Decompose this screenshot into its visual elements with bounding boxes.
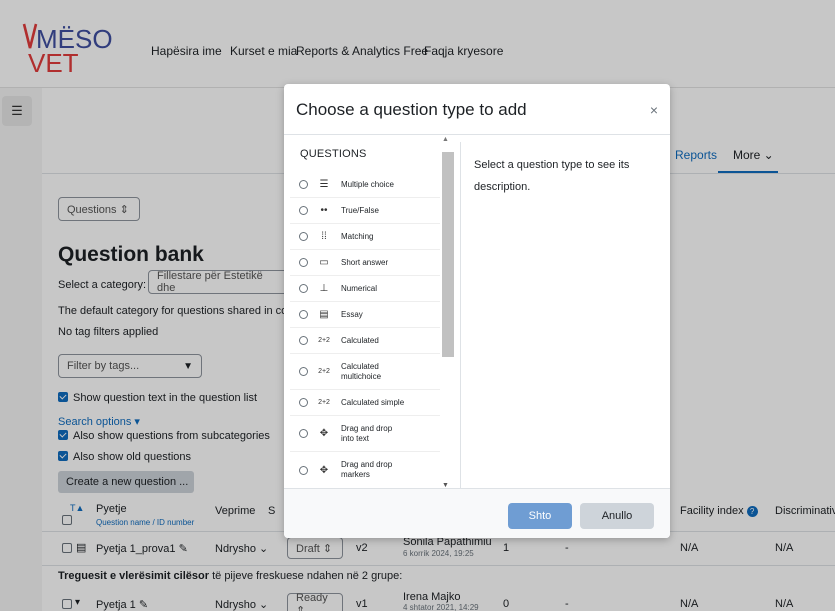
- true-false-icon: ••: [320, 205, 328, 216]
- radio-button[interactable]: [299, 429, 308, 438]
- radio-button[interactable]: [299, 284, 308, 293]
- close-icon[interactable]: ×: [650, 102, 658, 118]
- essay-icon: ▤: [319, 309, 329, 320]
- option-numerical[interactable]: ⊥ Numerical: [290, 276, 440, 302]
- option-calculated-multichoice[interactable]: 2+2 Calculated multichoice: [290, 354, 440, 390]
- option-label: Essay: [341, 309, 363, 319]
- numerical-icon: ⊥: [319, 283, 329, 294]
- radio-button[interactable]: [299, 465, 308, 475]
- multiple-choice-icon: ☰: [319, 179, 329, 190]
- dialog-title: Choose a question type to add: [296, 100, 527, 119]
- scroll-up-icon[interactable]: ▲: [442, 136, 449, 143]
- list-scrollbar-thumb[interactable]: [442, 152, 454, 357]
- question-type-chooser-dialog: Choose a question type to add × QUESTION…: [284, 84, 670, 538]
- option-drag-drop-markers[interactable]: ✥ Drag and drop markers: [290, 452, 440, 488]
- question-type-description: Select a question type to see its descri…: [474, 159, 630, 193]
- description-divider: [460, 142, 461, 488]
- option-label: Matching: [341, 231, 374, 241]
- option-label: Numerical: [341, 283, 378, 293]
- radio-button[interactable]: [299, 398, 308, 407]
- matching-icon: ⁞⁞: [321, 231, 327, 242]
- add-button[interactable]: Shto: [508, 503, 572, 529]
- option-label: Multiple choice: [341, 179, 394, 189]
- option-multiple-choice[interactable]: ☰ Multiple choice: [290, 172, 440, 198]
- option-label: True/False: [341, 205, 379, 215]
- cancel-button[interactable]: Anullo: [580, 503, 654, 529]
- short-answer-icon: ▭: [319, 257, 329, 268]
- option-label: Drag and drop into text: [341, 423, 393, 443]
- option-label: Short answer: [341, 257, 389, 267]
- drag-drop-markers-icon: ✥: [319, 464, 329, 476]
- option-drag-drop-text[interactable]: ✥ Drag and drop into text: [290, 416, 440, 452]
- calculated-multichoice-icon: 2+2: [318, 368, 330, 375]
- drag-drop-text-icon: ✥: [319, 428, 329, 439]
- option-short-answer[interactable]: ▭ Short answer: [290, 250, 440, 276]
- option-matching[interactable]: ⁞⁞ Matching: [290, 224, 440, 250]
- option-calculated-simple[interactable]: 2+2 Calculated simple: [290, 390, 440, 416]
- radio-button[interactable]: [299, 310, 308, 319]
- question-type-list[interactable]: QUESTIONS ☰ Multiple choice •• True/Fals…: [290, 142, 454, 488]
- list-heading: QUESTIONS: [300, 148, 367, 160]
- option-true-false[interactable]: •• True/False: [290, 198, 440, 224]
- option-label: Drag and drop markers: [341, 460, 393, 479]
- option-label: Calculated simple: [341, 397, 405, 407]
- radio-button[interactable]: [299, 232, 308, 241]
- dialog-header-divider: [284, 134, 670, 135]
- calculated-icon: 2+2: [318, 337, 330, 344]
- calculated-simple-icon: 2+2: [318, 399, 330, 406]
- option-label: Calculated multichoice: [341, 361, 382, 381]
- radio-button[interactable]: [299, 336, 308, 345]
- radio-button[interactable]: [299, 258, 308, 267]
- option-calculated[interactable]: 2+2 Calculated: [290, 328, 440, 354]
- radio-button[interactable]: [299, 367, 308, 376]
- radio-button[interactable]: [299, 206, 308, 215]
- radio-button[interactable]: [299, 180, 308, 189]
- option-label: Calculated: [341, 335, 379, 345]
- option-essay[interactable]: ▤ Essay: [290, 302, 440, 328]
